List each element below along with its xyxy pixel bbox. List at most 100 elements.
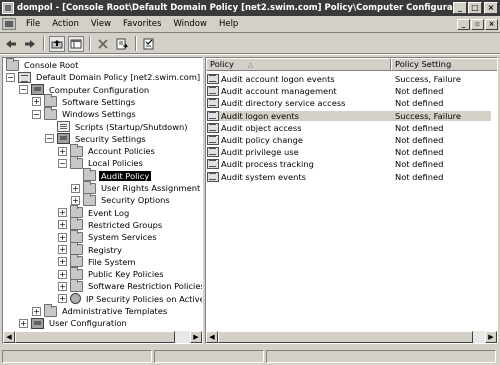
status-panel xyxy=(2,350,152,363)
tree-node-label: Registry xyxy=(88,244,122,255)
expand-icon[interactable]: + xyxy=(58,281,67,291)
tree-node[interactable]: + IP Security Policies on Active Dir xyxy=(58,293,203,305)
list-row[interactable]: Audit account logon events Success, Failu… xyxy=(207,73,491,85)
scroll-left-button[interactable]: ◀ xyxy=(206,331,218,343)
policy-setting-icon xyxy=(207,171,219,182)
tree-node-label: File System xyxy=(88,256,136,267)
tree-node[interactable]: − Windows Settings xyxy=(32,106,138,120)
tree-node[interactable]: − Security Settings xyxy=(45,133,148,145)
toolbar xyxy=(0,34,500,54)
expand-icon[interactable]: + xyxy=(58,245,67,254)
expand-icon[interactable]: + xyxy=(58,146,67,156)
scroll-right-button[interactable]: ▶ xyxy=(190,331,202,343)
folder-icon xyxy=(70,155,83,169)
column-header-policy[interactable]: Policy △ xyxy=(206,58,391,71)
tree-node-label: Scripts (Startup/Shutdown) xyxy=(75,121,188,132)
delete-icon[interactable] xyxy=(95,36,111,52)
policy-setting-icon xyxy=(207,147,219,158)
tree-horizontal-scrollbar[interactable]: ◀ ▶ xyxy=(3,331,202,343)
console-icon xyxy=(6,58,19,71)
menu-window[interactable]: Window xyxy=(167,19,213,29)
expand-icon[interactable]: + xyxy=(58,257,67,267)
tree-node[interactable]: + User Configuration xyxy=(19,317,129,329)
tree-node[interactable]: + Security Options xyxy=(71,192,172,206)
expand-icon[interactable]: + xyxy=(58,208,67,218)
tree-node[interactable]: − Default Domain Policy [net2.swim.com] P… xyxy=(6,71,202,83)
collapse-icon[interactable]: − xyxy=(6,72,15,82)
expand-icon[interactable]: + xyxy=(58,220,67,230)
expand-icon[interactable]: + xyxy=(58,269,67,279)
list-row[interactable]: Audit object access Not defined xyxy=(207,122,491,134)
scroll-left-button[interactable]: ◀ xyxy=(3,331,15,343)
column-header-policy-setting[interactable]: Policy Setting xyxy=(391,58,497,71)
tree-node[interactable]: − Computer Configuration xyxy=(19,84,151,96)
collapse-icon[interactable]: − xyxy=(32,109,41,119)
list-row[interactable]: Audit system events Not defined xyxy=(207,171,491,183)
list-row[interactable]: Audit privilege use Not defined xyxy=(207,146,491,158)
console-tree-pane[interactable]: Console Root − Default Domain Policy [net2… xyxy=(2,57,203,344)
folder-icon xyxy=(83,192,96,206)
list-horizontal-scrollbar[interactable]: ◀ ▶ xyxy=(206,331,497,343)
scroll-thumb[interactable] xyxy=(15,331,175,343)
status-panel xyxy=(266,350,496,363)
tree-node-label: Restricted Groups xyxy=(88,219,163,230)
expand-icon[interactable]: + xyxy=(32,306,41,316)
expand-icon[interactable]: + xyxy=(71,195,80,205)
list-row[interactable]: Audit account management Not defined xyxy=(207,85,491,97)
tree-node[interactable]: − Local Policies xyxy=(58,155,145,169)
menu-action[interactable]: Action xyxy=(46,19,85,29)
window-title: dompol - [Console Root\Default Domain Po… xyxy=(17,3,452,13)
menu-favorites[interactable]: Favorites xyxy=(117,19,167,29)
tree-node-label: Security Settings xyxy=(75,133,146,144)
forward-icon[interactable] xyxy=(22,36,38,52)
menu-view[interactable]: View xyxy=(85,19,117,29)
expand-icon[interactable]: + xyxy=(19,318,28,328)
child-minimize-button[interactable]: _ xyxy=(457,18,470,30)
status-panel xyxy=(154,350,264,363)
mmc-app-icon[interactable] xyxy=(2,2,14,14)
maximize-button[interactable]: □ xyxy=(468,2,482,14)
minimize-button[interactable]: _ xyxy=(453,2,467,14)
list-row[interactable]: Audit policy change Not defined xyxy=(207,134,491,146)
scroll-right-button[interactable]: ▶ xyxy=(485,331,497,343)
scroll-thumb[interactable] xyxy=(218,331,473,343)
list-row[interactable]: Audit logon events Success, Failure xyxy=(207,110,491,122)
collapse-icon[interactable]: − xyxy=(45,134,54,144)
tree-node[interactable]: Console Root xyxy=(6,58,80,71)
collapse-icon[interactable]: − xyxy=(19,85,28,95)
policy-setting-value: Success, Failure xyxy=(391,110,491,121)
tree-node-label: IP Security Policies on Active Dir xyxy=(86,293,203,304)
show-tree-icon[interactable] xyxy=(68,35,84,52)
menu-help[interactable]: Help xyxy=(213,19,244,29)
policy-setting-icon xyxy=(207,110,219,121)
tree-node[interactable]: Scripts (Startup/Shutdown) xyxy=(45,121,190,133)
tree-node-label: Default Domain Policy [net2.swim.com] Po… xyxy=(36,72,202,83)
tree-node[interactable]: + Administrative Templates xyxy=(32,303,169,317)
details-pane[interactable]: Policy △ Policy Setting Audit account log… xyxy=(205,57,498,344)
tree-node[interactable]: + Event Log xyxy=(58,205,131,219)
tree-node-label: Administrative Templates xyxy=(62,306,168,316)
policy-name: Audit account logon events xyxy=(221,74,335,84)
expand-icon[interactable]: + xyxy=(71,183,80,193)
close-button[interactable]: × xyxy=(484,2,498,14)
export-list-icon[interactable] xyxy=(114,36,130,52)
up-folder-icon[interactable] xyxy=(49,35,65,52)
policy-icon xyxy=(18,71,31,83)
properties-icon[interactable] xyxy=(141,36,157,52)
tree-node-label: System Services xyxy=(88,232,157,243)
policy-name: Audit directory service access xyxy=(221,98,346,109)
list-row[interactable]: Audit process tracking Not defined xyxy=(207,158,491,170)
child-restore-button[interactable]: ▫ xyxy=(471,18,484,30)
list-row[interactable]: Audit directory service access Not define… xyxy=(207,97,491,109)
expand-icon[interactable]: + xyxy=(32,97,41,107)
child-window-icon[interactable] xyxy=(2,18,16,30)
tree-node[interactable]: + Registry xyxy=(58,242,124,256)
expand-icon[interactable]: + xyxy=(58,232,67,242)
menu-file[interactable]: File xyxy=(20,19,46,29)
expand-icon[interactable]: + xyxy=(58,294,67,304)
tree-node[interactable]: + Software Restriction Policies xyxy=(58,278,202,292)
back-icon[interactable] xyxy=(3,36,19,52)
child-close-button[interactable]: × xyxy=(485,18,498,30)
policy-setting-icon xyxy=(207,159,219,170)
collapse-icon[interactable]: − xyxy=(58,158,67,168)
